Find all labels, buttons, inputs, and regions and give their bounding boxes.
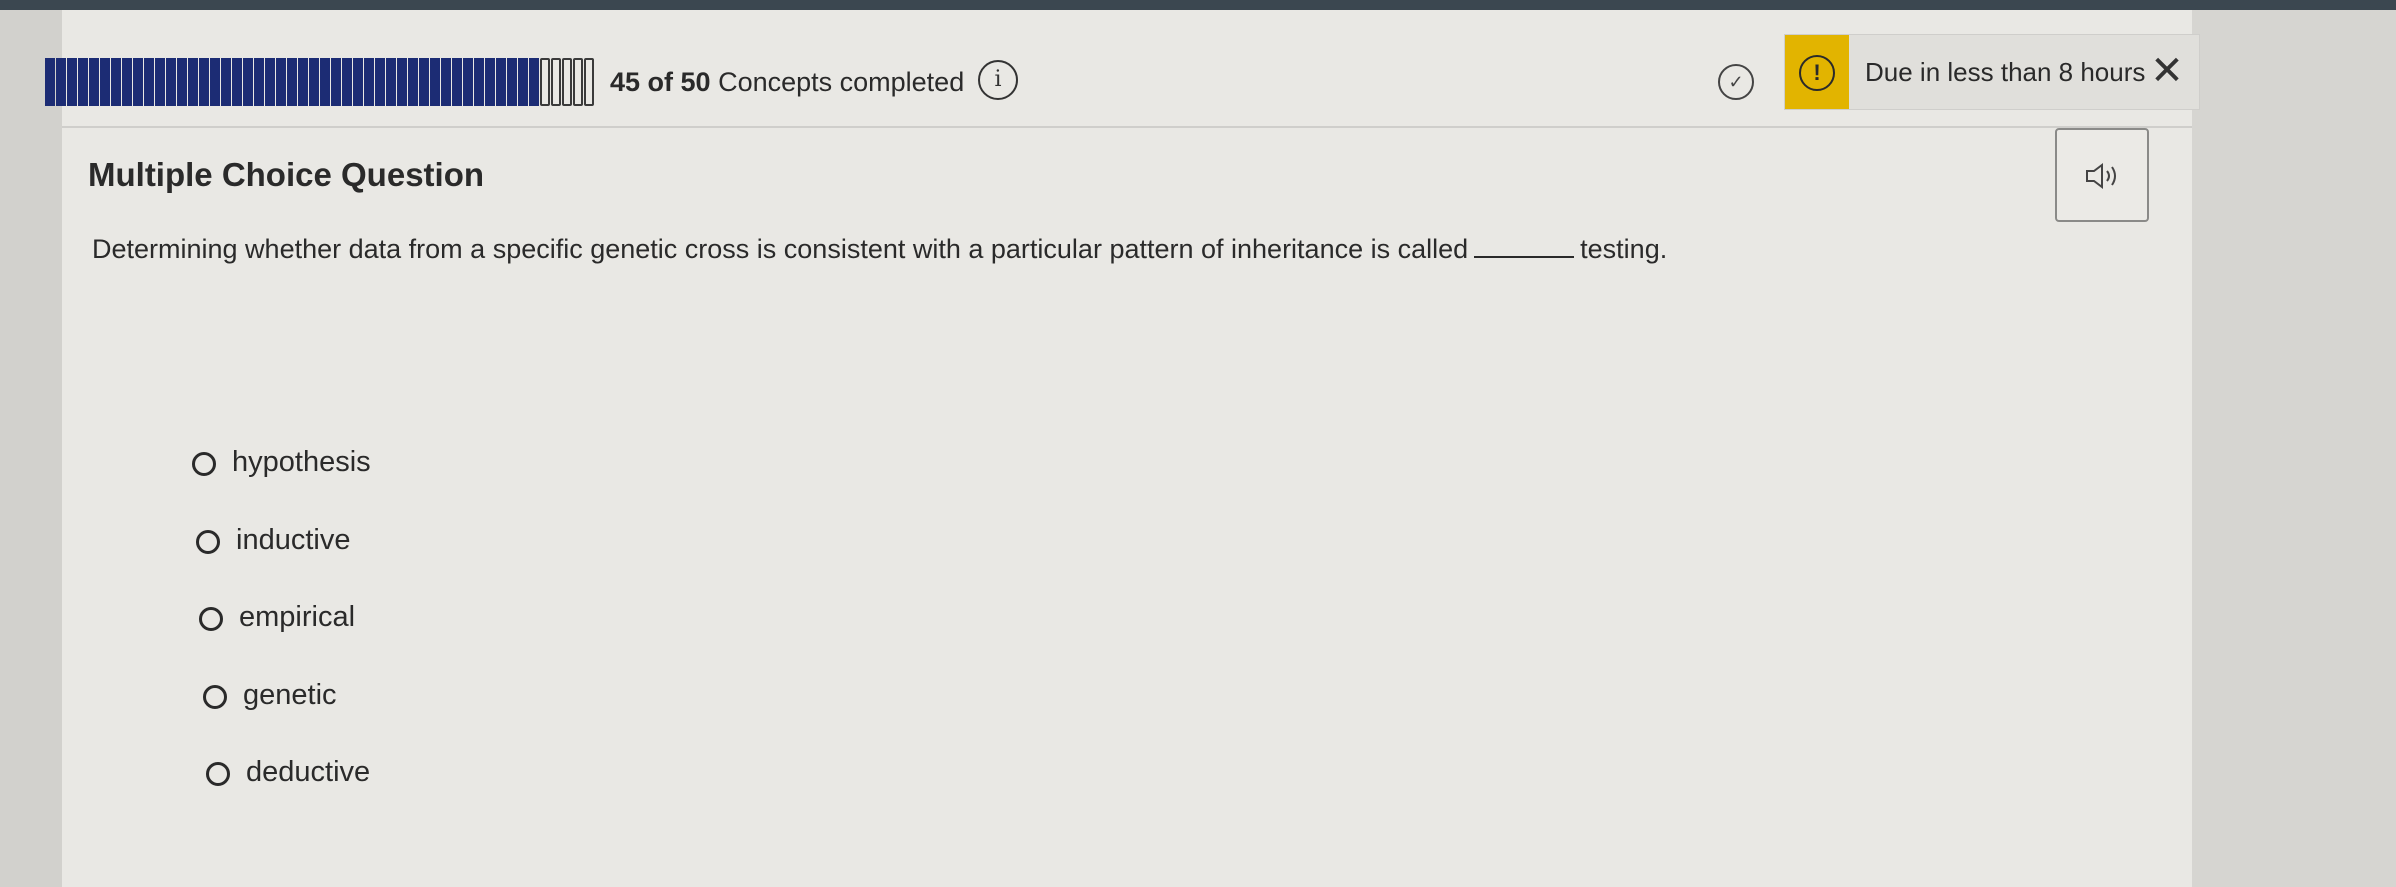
radio-button[interactable]	[196, 530, 220, 554]
progress-segment-complete	[364, 58, 374, 106]
left-gutter	[0, 10, 62, 887]
radio-button[interactable]	[203, 685, 227, 709]
question-text-before: Determining whether data from a specific…	[92, 234, 1469, 264]
option-label: genetic	[243, 679, 337, 711]
progress-segment-complete	[496, 58, 506, 106]
progress-suffix: Concepts completed	[718, 67, 965, 97]
progress-segment-complete	[144, 58, 154, 106]
progress-segment-complete	[133, 58, 143, 106]
progress-segment-complete	[67, 58, 77, 106]
progress-segment-complete	[243, 58, 253, 106]
progress-segment-complete	[232, 58, 242, 106]
progress-segment-complete	[320, 58, 330, 106]
progress-text: 45 of 50 Concepts completed	[610, 58, 964, 106]
progress-segment-complete	[89, 58, 99, 106]
progress-bar	[45, 58, 597, 106]
progress-segment-complete	[100, 58, 110, 106]
progress-segment-complete	[78, 58, 88, 106]
due-date-banner: ! Due in less than 8 hours ✕	[1784, 34, 2200, 110]
answer-blank	[1474, 236, 1575, 258]
progress-segment-complete	[155, 58, 165, 106]
progress-segment-complete	[111, 58, 121, 106]
radio-button[interactable]	[192, 452, 216, 476]
progress-segment-complete	[452, 58, 462, 106]
speaker-icon	[2086, 163, 2116, 189]
progress-segment-complete	[265, 58, 275, 106]
progress-segment-complete	[430, 58, 440, 106]
progress-segment-complete	[529, 58, 539, 106]
warning-badge: !	[1785, 35, 1849, 109]
progress-segment-complete	[353, 58, 363, 106]
question-type-title: Multiple Choice Question	[88, 156, 485, 193]
option-label: inductive	[236, 524, 351, 556]
progress-header: 45 of 50 Concepts completed i ✓ ! Due in…	[45, 20, 2200, 128]
radio-button[interactable]	[206, 762, 230, 786]
progress-segment-complete	[188, 58, 198, 106]
progress-segment-complete	[56, 58, 66, 106]
progress-segment-complete	[276, 58, 286, 106]
option-label: deductive	[246, 756, 371, 788]
warning-icon: !	[1799, 55, 1835, 91]
progress-segment-complete	[287, 58, 297, 106]
progress-segment-complete	[485, 58, 495, 106]
info-icon[interactable]: i	[978, 60, 1018, 100]
question-text-after: testing.	[1580, 234, 1668, 264]
right-gutter	[2192, 10, 2396, 887]
progress-segment-incomplete	[584, 58, 594, 106]
progress-segment-complete	[166, 58, 176, 106]
progress-count: 45 of 50	[610, 67, 711, 97]
question-card: 45 of 50 Concepts completed i ✓ ! Due in…	[45, 10, 2200, 887]
radio-button[interactable]	[199, 607, 223, 631]
due-text: Due in less than 8 hours	[1865, 57, 2146, 87]
progress-segment-complete	[408, 58, 418, 106]
progress-segment-complete	[45, 58, 55, 106]
progress-segment-incomplete	[573, 58, 583, 106]
progress-segment-complete	[199, 58, 209, 106]
check-circle-icon[interactable]: ✓	[1718, 64, 1754, 100]
progress-segment-complete	[309, 58, 319, 106]
progress-segment-complete	[177, 58, 187, 106]
progress-segment-complete	[122, 58, 132, 106]
option-label: hypothesis	[232, 446, 371, 478]
progress-segment-complete	[518, 58, 528, 106]
progress-segment-incomplete	[540, 58, 550, 106]
progress-segment-complete	[342, 58, 352, 106]
progress-segment-complete	[210, 58, 220, 106]
progress-segment-complete	[221, 58, 231, 106]
progress-segment-incomplete	[551, 58, 561, 106]
option-label: empirical	[239, 601, 356, 633]
progress-segment-complete	[463, 58, 473, 106]
progress-segment-complete	[441, 58, 451, 106]
progress-segment-complete	[507, 58, 517, 106]
progress-segment-complete	[386, 58, 396, 106]
question-prompt: Determining whether data from a specific…	[92, 234, 1667, 265]
progress-segment-complete	[375, 58, 385, 106]
progress-segment-complete	[254, 58, 264, 106]
progress-segment-complete	[331, 58, 341, 106]
top-window-strip	[0, 0, 2396, 10]
progress-segment-incomplete	[562, 58, 572, 106]
close-icon[interactable]: ✕	[2145, 49, 2189, 93]
progress-segment-complete	[419, 58, 429, 106]
progress-segment-complete	[474, 58, 484, 106]
progress-segment-complete	[397, 58, 407, 106]
progress-segment-complete	[298, 58, 308, 106]
read-aloud-button[interactable]	[2055, 128, 2149, 222]
